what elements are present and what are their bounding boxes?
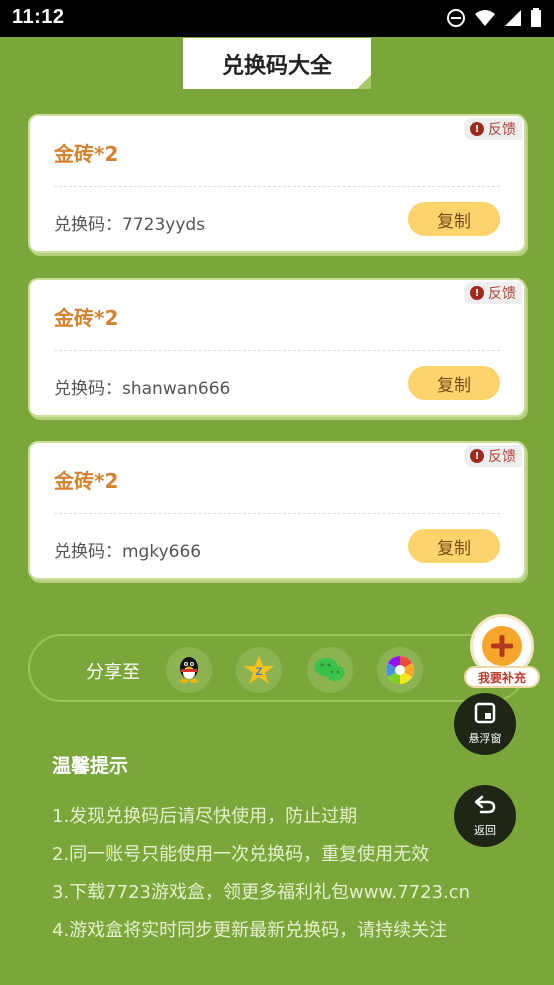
feedback-button[interactable]: ! 反馈	[464, 445, 522, 467]
tip-item: 2.同一账号只能使用一次兑换码，重复使用无效	[52, 844, 430, 865]
copy-button[interactable]: 复制	[408, 366, 500, 400]
do-not-disturb-icon	[446, 8, 466, 28]
signal-icon	[504, 8, 522, 28]
redeem-code: 兑换码：7723yyds	[54, 215, 206, 235]
back-arrow-icon	[473, 794, 497, 820]
back-button[interactable]: 返回	[454, 785, 516, 847]
share-bar: 分享至 Z	[28, 634, 526, 702]
card-divider	[54, 350, 500, 351]
alert-icon: !	[470, 286, 484, 300]
code-card: ! 反馈 金砖*2 兑换码：mgky666 复制	[28, 441, 526, 580]
page-title: 兑换码大全	[183, 38, 371, 89]
copy-button[interactable]: 复制	[408, 202, 500, 236]
card-divider	[54, 186, 500, 187]
wifi-icon	[474, 8, 496, 28]
moments-icon[interactable]	[377, 647, 423, 693]
reward-title: 金砖*2	[54, 469, 119, 493]
copy-button[interactable]: 复制	[408, 529, 500, 563]
wechat-icon[interactable]	[307, 647, 353, 693]
page-title-text: 兑换码大全	[221, 53, 332, 79]
tip-item: 3.下载7723游戏盒，领更多福利礼包www.7723.cn	[52, 882, 471, 903]
floating-window-label: 悬浮窗	[468, 732, 502, 745]
share-label: 分享至	[86, 662, 140, 683]
add-code-button[interactable]: 我要补充	[464, 614, 540, 688]
feedback-label: 反馈	[488, 122, 516, 138]
status-bar: 11:12	[0, 0, 554, 37]
card-divider	[54, 513, 500, 514]
title-corner-decoration	[357, 75, 371, 89]
floating-window-button[interactable]: 悬浮窗	[454, 693, 516, 755]
feedback-button[interactable]: ! 反馈	[464, 282, 522, 304]
code-card: ! 反馈 金砖*2 兑换码：7723yyds 复制	[28, 114, 526, 253]
status-time: 11:12	[12, 6, 65, 28]
feedback-label: 反馈	[488, 449, 516, 465]
floating-window-icon	[474, 702, 496, 728]
qq-icon[interactable]	[166, 647, 212, 693]
battery-icon	[530, 8, 542, 28]
back-label: 返回	[474, 824, 496, 837]
redeem-code: 兑换码：shanwan666	[54, 379, 231, 399]
add-code-label: 我要补充	[464, 666, 540, 688]
plus-icon	[482, 626, 522, 666]
tips-title: 温馨提示	[52, 755, 129, 777]
code-card: ! 反馈 金砖*2 兑换码：shanwan666 复制	[28, 278, 526, 417]
tip-item: 4.游戏盒将实时同步更新最新兑换码，请持续关注	[52, 920, 448, 941]
tip-item: 1.发现兑换码后请尽快使用，防止过期	[52, 806, 358, 827]
feedback-button[interactable]: ! 反馈	[464, 118, 522, 140]
feedback-label: 反馈	[488, 286, 516, 302]
reward-title: 金砖*2	[54, 142, 119, 166]
reward-title: 金砖*2	[54, 306, 119, 330]
status-icons	[446, 8, 542, 28]
qzone-icon[interactable]: Z	[236, 647, 282, 693]
alert-icon: !	[470, 449, 484, 463]
svg-text:Z: Z	[256, 666, 263, 678]
redeem-code: 兑换码：mgky666	[54, 542, 202, 562]
alert-icon: !	[470, 122, 484, 136]
